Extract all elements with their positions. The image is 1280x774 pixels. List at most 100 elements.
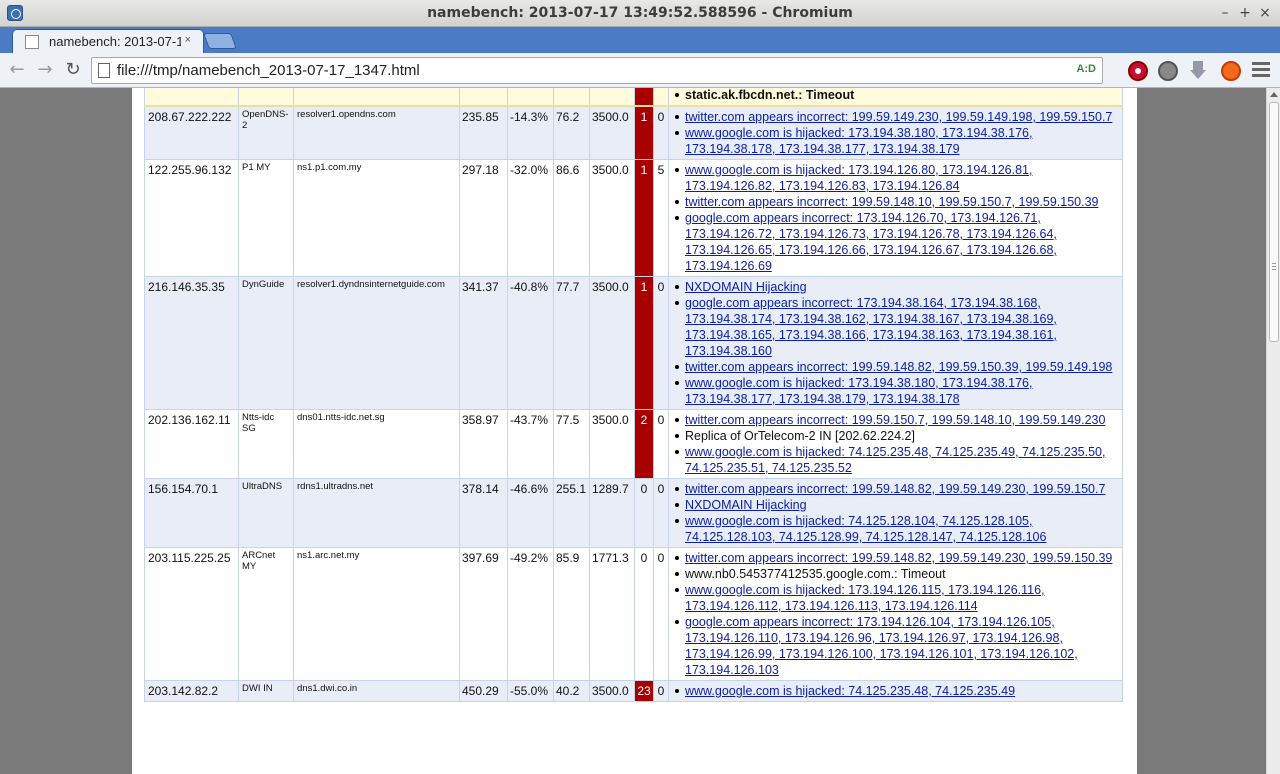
notes-cell: www.google.com is hijacked: 74.125.235.4… — [668, 680, 1123, 702]
server-ip-cell: 122.255.96.132 — [144, 159, 239, 277]
diff-cell: -49.2% — [507, 547, 554, 681]
notes-cell: www.google.com is hijacked: 173.194.126.… — [668, 159, 1123, 277]
avg-time-cell: 378.14 — [459, 478, 508, 548]
avg-time-cell: 341.37 — [459, 276, 508, 410]
note-link[interactable]: www.google.com is hijacked: 173.194.126.… — [685, 583, 1045, 613]
note-item: twitter.com appears incorrect: 199.59.15… — [672, 412, 1119, 428]
note-item: twitter.com appears incorrect: 199.59.14… — [672, 359, 1119, 375]
note-link[interactable]: google.com appears incorrect: 173.194.38… — [685, 296, 1057, 358]
note-link[interactable]: google.com appears incorrect: 173.194.12… — [685, 211, 1057, 273]
note-link[interactable]: www.google.com is hijacked: 74.125.235.4… — [685, 445, 1105, 475]
note-link[interactable]: NXDOMAIN Hijacking — [685, 498, 807, 512]
notes-cell: NXDOMAIN Hijacking google.com appears inc… — [668, 276, 1123, 410]
max-time-cell: 1289.7 — [589, 478, 635, 548]
maximize-button[interactable]: + — [1235, 3, 1255, 23]
note-item: NXDOMAIN Hijacking — [672, 279, 1119, 295]
max-time-cell: 3500.0 — [589, 680, 635, 702]
nxdomain-count-cell: 0 — [653, 547, 669, 681]
chrome-menu-icon[interactable] — [1252, 62, 1270, 78]
window-titlebar: namebench: 2013-07-17 13:49:52.588596 - … — [0, 0, 1280, 27]
server-ip-cell: 208.67.222.222 — [144, 105, 239, 160]
notes-cell: twitter.com appears incorrect: 199.59.14… — [668, 105, 1123, 160]
note-item: twitter.com appears incorrect: 199.59.14… — [672, 550, 1119, 566]
adblock-extension-icon[interactable] — [1128, 61, 1148, 81]
browser-toolbar: ← → ↻ file:///tmp/namebench_2013-07-17_1… — [0, 53, 1280, 88]
address-bar[interactable]: file:///tmp/namebench_2013-07-17_1347.ht… — [91, 57, 1103, 84]
forward-button[interactable]: → — [34, 59, 56, 81]
table-row: 202.136.162.11 Ntts-idc SG dns01.ntts-idc.… — [144, 409, 1123, 479]
note-item: www.nb0.545377412535.google.com.: Timeou… — [672, 566, 1119, 582]
error-count-cell: 2 — [634, 409, 654, 479]
server-name-cell: DWI IN — [238, 680, 294, 702]
note-link[interactable]: www.google.com is hijacked: 173.194.126.… — [685, 163, 1032, 193]
tab-namebench[interactable]: namebench: 2013-07-17 1 × — [12, 29, 204, 53]
tab-close-icon[interactable]: × — [185, 34, 191, 46]
nxdomain-count-cell: 0 — [653, 478, 669, 548]
note-item: Replica of OrTelecom-2 IN [202.62.224.2] — [672, 428, 1119, 444]
note-link[interactable]: twitter.com appears incorrect: 199.59.14… — [685, 110, 1112, 124]
server-name-cell: ARCnet MY — [238, 547, 294, 681]
note-link[interactable]: twitter.com appears incorrect: 199.59.14… — [685, 195, 1098, 209]
note-link[interactable]: www.google.com is hijacked: 173.194.38.1… — [685, 126, 1032, 156]
server-ip-cell: 216.146.35.35 — [144, 276, 239, 410]
note-link[interactable]: twitter.com appears incorrect: 199.59.14… — [685, 482, 1105, 496]
note-item: www.google.com is hijacked: 74.125.128.1… — [672, 513, 1119, 545]
server-ip-cell: 202.136.162.11 — [144, 409, 239, 479]
new-tab-button[interactable] — [203, 33, 237, 49]
server-host-cell: dns1.dwi.co.in — [293, 680, 460, 702]
error-count-cell: 23 — [634, 680, 654, 702]
table-row: 216.146.35.35 DynGuide resolver1.dyndnsint… — [144, 276, 1123, 410]
note-link[interactable]: NXDOMAIN Hijacking — [685, 280, 807, 294]
tab-label: namebench: 2013-07-17 1 — [49, 34, 181, 49]
server-name-cell: OpenDNS-2 — [238, 105, 294, 160]
avg-time-cell: 450.29 — [459, 680, 508, 702]
min-time-cell: 86.6 — [553, 159, 590, 277]
note-link[interactable]: twitter.com appears incorrect: 199.59.14… — [685, 551, 1112, 565]
avg-time-cell: 297.18 — [459, 159, 508, 277]
max-time-cell: 3500.0 — [589, 159, 635, 277]
server-ip-cell: 203.115.225.25 — [144, 547, 239, 681]
note-item: google.com appears incorrect: 173.194.38… — [672, 295, 1119, 359]
note-item: www.google.com is hijacked: 173.194.38.1… — [672, 125, 1119, 157]
avg-time-cell: 358.97 — [459, 409, 508, 479]
film-reel-extension-icon[interactable] — [1158, 61, 1178, 81]
server-host-cell: dns01.ntts-idc.net.sg — [293, 409, 460, 479]
min-time-cell: 77.5 — [553, 409, 590, 479]
note-link[interactable]: www.google.com is hijacked: 173.194.38.1… — [685, 376, 1032, 406]
note-item: NXDOMAIN Hijacking — [672, 497, 1119, 513]
notes-cell: twitter.com appears incorrect: 199.59.14… — [668, 478, 1123, 548]
note-link[interactable]: www.google.com is hijacked: 74.125.128.1… — [685, 514, 1046, 544]
scroll-up-arrow-icon[interactable] — [1270, 92, 1278, 97]
diff-cell: -46.6% — [507, 478, 554, 548]
note-link[interactable]: www.google.com is hijacked: 74.125.235.4… — [685, 684, 1015, 698]
note-item: google.com appears incorrect: 173.194.12… — [672, 210, 1119, 274]
min-time-cell: 77.7 — [553, 276, 590, 410]
error-count-cell: 1 — [634, 276, 654, 410]
fire-extension-icon[interactable] — [1221, 61, 1241, 81]
aid-extension-icon[interactable]: A:D — [1076, 63, 1096, 75]
error-count-cell: 1 — [634, 159, 654, 277]
vertical-scrollbar[interactable] — [1266, 88, 1280, 774]
server-name-cell: Ntts-idc SG — [238, 409, 294, 479]
max-time-cell: 1771.3 — [589, 547, 635, 681]
server-ip-cell: 156.154.70.1 — [144, 478, 239, 548]
note-link[interactable]: twitter.com appears incorrect: 199.59.15… — [685, 413, 1105, 427]
download-extension-icon[interactable] — [1190, 61, 1210, 81]
note-link[interactable]: google.com appears incorrect: 173.194.12… — [685, 615, 1078, 677]
back-button[interactable]: ← — [6, 59, 28, 81]
note-item: www.google.com is hijacked: 74.125.235.4… — [672, 683, 1119, 699]
report-page: static.ak.fbcdn.net.: Timeout 208.67.222… — [132, 88, 1137, 774]
server-host-cell: ns1.arc.net.my — [293, 547, 460, 681]
minimize-button[interactable]: – — [1215, 3, 1235, 23]
page-favicon-icon — [25, 35, 39, 49]
max-time-cell: 3500.0 — [589, 409, 635, 479]
note-item: www.google.com is hijacked: 173.194.38.1… — [672, 375, 1119, 407]
min-time-cell: 85.9 — [553, 547, 590, 681]
reload-button[interactable]: ↻ — [62, 59, 84, 81]
url-text[interactable]: file:///tmp/namebench_2013-07-17_1347.ht… — [117, 62, 420, 79]
max-time-cell: 3500.0 — [589, 276, 635, 410]
notes-cell: twitter.com appears incorrect: 199.59.14… — [668, 547, 1123, 681]
close-window-button[interactable]: × — [1255, 3, 1275, 23]
scroll-thumb[interactable] — [1269, 102, 1279, 342]
note-link[interactable]: twitter.com appears incorrect: 199.59.14… — [685, 360, 1112, 374]
